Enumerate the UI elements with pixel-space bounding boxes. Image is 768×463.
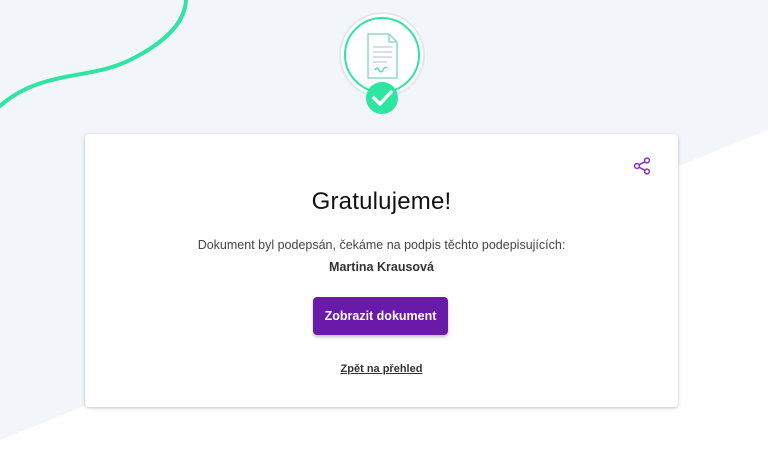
document-check-icon <box>339 12 425 114</box>
back-to-overview-link[interactable]: Zpět na přehled <box>85 363 678 375</box>
success-card: Gratulujeme! Dokument byl podepsán, čeká… <box>85 134 678 407</box>
view-document-button[interactable]: Zobrazit dokument <box>313 297 448 335</box>
share-icon[interactable] <box>632 156 652 176</box>
pending-signer-name: Martina Krausová <box>329 260 434 274</box>
page-title: Gratulujeme! <box>311 188 452 215</box>
page: Gratulujeme! Dokument byl podepsán, čeká… <box>0 0 768 463</box>
status-message: Dokument byl podepsán, čekáme na podpis … <box>197 238 566 252</box>
